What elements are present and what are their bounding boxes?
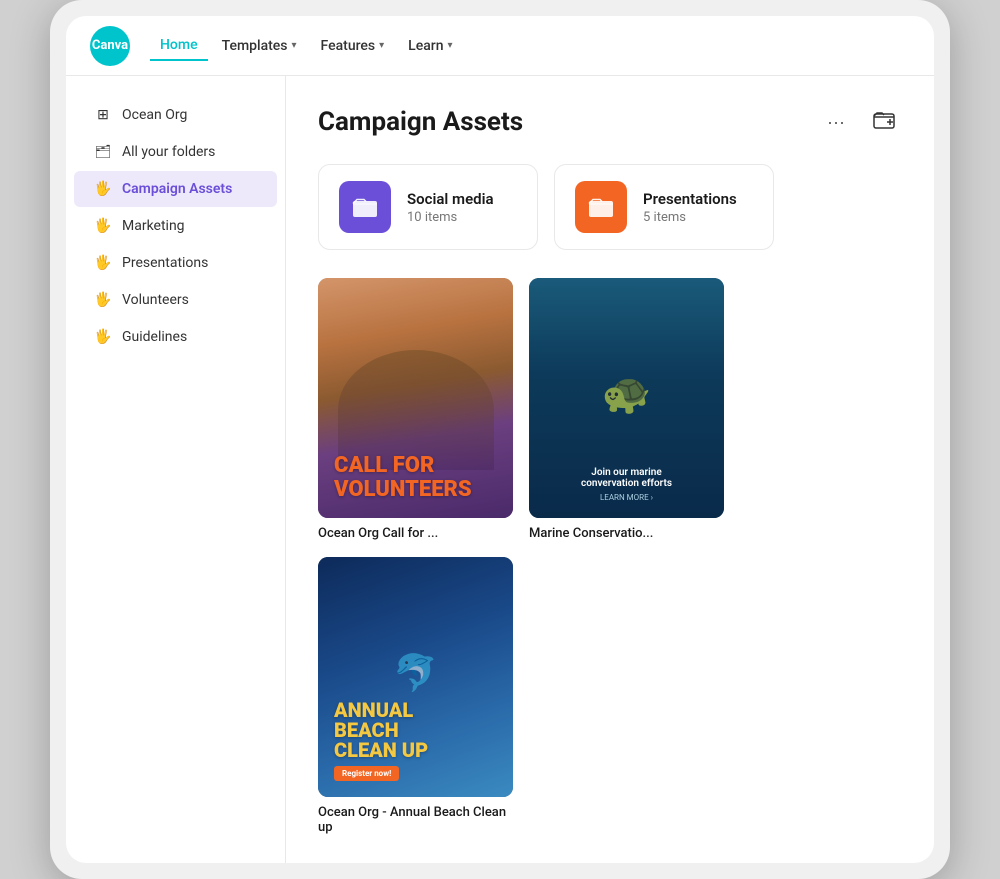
design-card-volunteers[interactable]: OCEAN ORG CALL FORVOLUNTEERS Ocean Org C (318, 278, 513, 541)
sidebar-item-ocean-org[interactable]: Ocean Org (74, 97, 277, 133)
dolphins-icon: 🐬 (393, 652, 438, 694)
presentations-info: Presentations 5 items (643, 190, 737, 225)
sidebar-all-folders-label: All your folders (122, 144, 215, 160)
app-window: Canva Home Templates ▾ Features ▾ Learn … (66, 16, 934, 863)
turtle-icon: 🐢 (602, 370, 652, 417)
design-card-beach[interactable]: OCEANORG 🐬 ANNUALBEACHCLEAN UP Register … (318, 557, 513, 835)
nav-learn[interactable]: Learn ▾ (398, 32, 462, 60)
folder-card-presentations[interactable]: Presentations 5 items (554, 164, 774, 250)
sidebar-item-guidelines[interactable]: Guidelines (74, 319, 277, 355)
nav-features-label: Features (321, 38, 376, 54)
marine-label: Marine Conservatio... (529, 526, 724, 541)
hand-icon-marketing (94, 217, 112, 235)
learn-chevron-icon: ▾ (448, 40, 453, 51)
nav-learn-label: Learn (408, 38, 443, 54)
social-media-info: Social media 10 items (407, 190, 494, 225)
new-folder-button[interactable] (866, 104, 902, 140)
nav-home-label: Home (160, 37, 198, 53)
register-btn: Register now! (334, 766, 399, 781)
sidebar-campaign-assets-label: Campaign Assets (122, 181, 232, 197)
sidebar-item-campaign-assets[interactable]: Campaign Assets (74, 171, 277, 207)
design-card-marine[interactable]: OCEAN ORG 🐢 Join our marineconvervation … (529, 278, 724, 541)
social-media-count: 10 items (407, 210, 494, 225)
org-icon (94, 106, 112, 124)
sidebar-item-marketing[interactable]: Marketing (74, 208, 277, 244)
sidebar-item-all-folders[interactable]: All your folders (74, 134, 277, 170)
sidebar-item-presentations[interactable]: Presentations (74, 245, 277, 281)
navbar: Canva Home Templates ▾ Features ▾ Learn … (66, 16, 934, 76)
beach-label: Ocean Org - Annual Beach Clean up (318, 805, 513, 835)
new-folder-icon (873, 109, 895, 136)
volunteers-label: Ocean Org Call for ... (318, 526, 513, 541)
hand-icon-campaign (94, 180, 112, 198)
content-area: Campaign Assets ··· (286, 76, 934, 863)
folder-icon (94, 143, 112, 161)
presentations-folder-icon (575, 181, 627, 233)
more-icon: ··· (827, 112, 845, 133)
more-options-button[interactable]: ··· (818, 104, 854, 140)
sidebar-guidelines-label: Guidelines (122, 329, 187, 345)
header-actions: ··· (818, 104, 902, 140)
sidebar: Ocean Org All your folders Campaign Asse… (66, 76, 286, 863)
sidebar-marketing-label: Marketing (122, 218, 185, 234)
nav-templates-label: Templates (222, 38, 288, 54)
hand-icon-presentations (94, 254, 112, 272)
marine-sub: LEARN MORE › (545, 493, 708, 502)
beach-headline: ANNUALBEACHCLEAN UP (334, 700, 497, 760)
design-card-img-beach: OCEANORG 🐬 ANNUALBEACHCLEAN UP Register … (318, 557, 513, 797)
sidebar-presentations-label: Presentations (122, 255, 208, 271)
presentations-name: Presentations (643, 190, 737, 208)
device-frame: Canva Home Templates ▾ Features ▾ Learn … (50, 0, 950, 879)
social-media-folder-icon (339, 181, 391, 233)
templates-chevron-icon: ▾ (292, 40, 297, 51)
folder-cards: Social media 10 items (318, 164, 902, 250)
page-title: Campaign Assets (318, 107, 523, 137)
sidebar-ocean-org-label: Ocean Org (122, 107, 187, 123)
nav-home[interactable]: Home (150, 31, 208, 61)
hand-icon-volunteers (94, 291, 112, 309)
folder-card-social-media[interactable]: Social media 10 items (318, 164, 538, 250)
nav-items: Home Templates ▾ Features ▾ Learn ▾ (150, 31, 910, 61)
canva-logo[interactable]: Canva (90, 26, 130, 66)
volunteers-headline: CALL FORVOLUNTEERS (334, 454, 497, 502)
main-content: Ocean Org All your folders Campaign Asse… (66, 76, 934, 863)
nav-features[interactable]: Features ▾ (311, 32, 395, 60)
sidebar-volunteers-label: Volunteers (122, 292, 189, 308)
design-cards: OCEAN ORG CALL FORVOLUNTEERS Ocean Org C (318, 278, 902, 835)
hand-icon-guidelines (94, 328, 112, 346)
design-card-img-marine: OCEAN ORG 🐢 Join our marineconvervation … (529, 278, 724, 518)
presentations-count: 5 items (643, 210, 737, 225)
sidebar-item-volunteers[interactable]: Volunteers (74, 282, 277, 318)
nav-templates[interactable]: Templates ▾ (212, 32, 307, 60)
social-media-name: Social media (407, 190, 494, 208)
content-header: Campaign Assets ··· (318, 104, 902, 140)
design-card-img-volunteers: OCEAN ORG CALL FORVOLUNTEERS (318, 278, 513, 518)
features-chevron-icon: ▾ (379, 40, 384, 51)
marine-desc: Join our marineconvervation efforts (545, 467, 708, 489)
